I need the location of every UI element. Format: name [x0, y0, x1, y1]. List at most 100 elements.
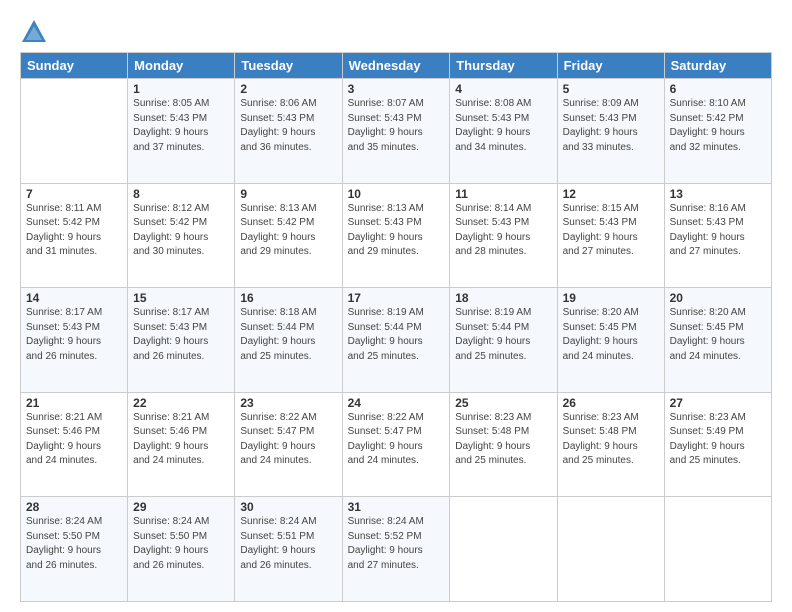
- header-cell-thursday: Thursday: [450, 53, 557, 79]
- day-info: Sunrise: 8:17 AMSunset: 5:43 PMDaylight:…: [26, 306, 122, 364]
- calendar-cell: 10Sunrise: 8:13 AMSunset: 5:43 PMDayligh…: [342, 183, 450, 288]
- day-number: 10: [348, 187, 445, 201]
- day-info: Sunrise: 8:16 AMSunset: 5:43 PMDaylight:…: [670, 202, 766, 260]
- day-info: Sunrise: 8:17 AMSunset: 5:43 PMDaylight:…: [133, 306, 229, 364]
- day-number: 29: [133, 500, 229, 514]
- day-number: 22: [133, 396, 229, 410]
- day-info: Sunrise: 8:20 AMSunset: 5:45 PMDaylight:…: [670, 306, 766, 364]
- calendar-cell: 24Sunrise: 8:22 AMSunset: 5:47 PMDayligh…: [342, 392, 450, 497]
- day-number: 2: [240, 82, 336, 96]
- day-info: Sunrise: 8:09 AMSunset: 5:43 PMDaylight:…: [563, 97, 659, 155]
- day-info: Sunrise: 8:12 AMSunset: 5:42 PMDaylight:…: [133, 202, 229, 260]
- header-cell-sunday: Sunday: [21, 53, 128, 79]
- week-row-3: 14Sunrise: 8:17 AMSunset: 5:43 PMDayligh…: [21, 288, 772, 393]
- calendar-cell: 21Sunrise: 8:21 AMSunset: 5:46 PMDayligh…: [21, 392, 128, 497]
- calendar-cell: 16Sunrise: 8:18 AMSunset: 5:44 PMDayligh…: [235, 288, 342, 393]
- day-info: Sunrise: 8:15 AMSunset: 5:43 PMDaylight:…: [563, 202, 659, 260]
- calendar-cell: 20Sunrise: 8:20 AMSunset: 5:45 PMDayligh…: [664, 288, 771, 393]
- day-info: Sunrise: 8:13 AMSunset: 5:43 PMDaylight:…: [348, 202, 445, 260]
- calendar-cell: 30Sunrise: 8:24 AMSunset: 5:51 PMDayligh…: [235, 497, 342, 602]
- calendar-cell: [557, 497, 664, 602]
- header-row: SundayMondayTuesdayWednesdayThursdayFrid…: [21, 53, 772, 79]
- calendar-cell: 13Sunrise: 8:16 AMSunset: 5:43 PMDayligh…: [664, 183, 771, 288]
- day-number: 26: [563, 396, 659, 410]
- day-number: 8: [133, 187, 229, 201]
- day-number: 21: [26, 396, 122, 410]
- calendar-cell: 7Sunrise: 8:11 AMSunset: 5:42 PMDaylight…: [21, 183, 128, 288]
- day-info: Sunrise: 8:11 AMSunset: 5:42 PMDaylight:…: [26, 202, 122, 260]
- calendar-cell: 15Sunrise: 8:17 AMSunset: 5:43 PMDayligh…: [128, 288, 235, 393]
- day-info: Sunrise: 8:05 AMSunset: 5:43 PMDaylight:…: [133, 97, 229, 155]
- day-number: 20: [670, 291, 766, 305]
- day-number: 18: [455, 291, 551, 305]
- week-row-5: 28Sunrise: 8:24 AMSunset: 5:50 PMDayligh…: [21, 497, 772, 602]
- calendar-cell: 23Sunrise: 8:22 AMSunset: 5:47 PMDayligh…: [235, 392, 342, 497]
- day-info: Sunrise: 8:24 AMSunset: 5:50 PMDaylight:…: [133, 515, 229, 573]
- day-info: Sunrise: 8:19 AMSunset: 5:44 PMDaylight:…: [455, 306, 551, 364]
- day-info: Sunrise: 8:10 AMSunset: 5:42 PMDaylight:…: [670, 97, 766, 155]
- calendar-cell: 6Sunrise: 8:10 AMSunset: 5:42 PMDaylight…: [664, 79, 771, 184]
- calendar-cell: 31Sunrise: 8:24 AMSunset: 5:52 PMDayligh…: [342, 497, 450, 602]
- week-row-2: 7Sunrise: 8:11 AMSunset: 5:42 PMDaylight…: [21, 183, 772, 288]
- day-number: 1: [133, 82, 229, 96]
- calendar-cell: 12Sunrise: 8:15 AMSunset: 5:43 PMDayligh…: [557, 183, 664, 288]
- day-number: 13: [670, 187, 766, 201]
- header-cell-wednesday: Wednesday: [342, 53, 450, 79]
- day-info: Sunrise: 8:22 AMSunset: 5:47 PMDaylight:…: [240, 411, 336, 469]
- day-number: 5: [563, 82, 659, 96]
- week-row-4: 21Sunrise: 8:21 AMSunset: 5:46 PMDayligh…: [21, 392, 772, 497]
- day-info: Sunrise: 8:23 AMSunset: 5:49 PMDaylight:…: [670, 411, 766, 469]
- day-number: 16: [240, 291, 336, 305]
- page: SundayMondayTuesdayWednesdayThursdayFrid…: [0, 0, 792, 612]
- calendar-cell: 29Sunrise: 8:24 AMSunset: 5:50 PMDayligh…: [128, 497, 235, 602]
- calendar-cell: 8Sunrise: 8:12 AMSunset: 5:42 PMDaylight…: [128, 183, 235, 288]
- day-number: 25: [455, 396, 551, 410]
- calendar-cell: 19Sunrise: 8:20 AMSunset: 5:45 PMDayligh…: [557, 288, 664, 393]
- calendar-cell: 14Sunrise: 8:17 AMSunset: 5:43 PMDayligh…: [21, 288, 128, 393]
- calendar-cell: [450, 497, 557, 602]
- day-number: 24: [348, 396, 445, 410]
- day-info: Sunrise: 8:14 AMSunset: 5:43 PMDaylight:…: [455, 202, 551, 260]
- header: [20, 18, 772, 46]
- day-info: Sunrise: 8:23 AMSunset: 5:48 PMDaylight:…: [563, 411, 659, 469]
- day-number: 15: [133, 291, 229, 305]
- day-number: 4: [455, 82, 551, 96]
- day-info: Sunrise: 8:24 AMSunset: 5:52 PMDaylight:…: [348, 515, 445, 573]
- day-number: 27: [670, 396, 766, 410]
- calendar-cell: 25Sunrise: 8:23 AMSunset: 5:48 PMDayligh…: [450, 392, 557, 497]
- calendar-cell: 4Sunrise: 8:08 AMSunset: 5:43 PMDaylight…: [450, 79, 557, 184]
- day-number: 6: [670, 82, 766, 96]
- day-number: 31: [348, 500, 445, 514]
- day-number: 19: [563, 291, 659, 305]
- calendar-cell: 27Sunrise: 8:23 AMSunset: 5:49 PMDayligh…: [664, 392, 771, 497]
- calendar-cell: 18Sunrise: 8:19 AMSunset: 5:44 PMDayligh…: [450, 288, 557, 393]
- calendar-cell: 11Sunrise: 8:14 AMSunset: 5:43 PMDayligh…: [450, 183, 557, 288]
- day-info: Sunrise: 8:21 AMSunset: 5:46 PMDaylight:…: [133, 411, 229, 469]
- calendar-cell: 9Sunrise: 8:13 AMSunset: 5:42 PMDaylight…: [235, 183, 342, 288]
- calendar-cell: 2Sunrise: 8:06 AMSunset: 5:43 PMDaylight…: [235, 79, 342, 184]
- day-info: Sunrise: 8:23 AMSunset: 5:48 PMDaylight:…: [455, 411, 551, 469]
- calendar-cell: 22Sunrise: 8:21 AMSunset: 5:46 PMDayligh…: [128, 392, 235, 497]
- calendar-cell: 1Sunrise: 8:05 AMSunset: 5:43 PMDaylight…: [128, 79, 235, 184]
- calendar-cell: [664, 497, 771, 602]
- day-number: 3: [348, 82, 445, 96]
- day-info: Sunrise: 8:18 AMSunset: 5:44 PMDaylight:…: [240, 306, 336, 364]
- day-info: Sunrise: 8:21 AMSunset: 5:46 PMDaylight:…: [26, 411, 122, 469]
- header-cell-tuesday: Tuesday: [235, 53, 342, 79]
- calendar-cell: [21, 79, 128, 184]
- day-info: Sunrise: 8:07 AMSunset: 5:43 PMDaylight:…: [348, 97, 445, 155]
- logo: [20, 18, 52, 46]
- day-info: Sunrise: 8:20 AMSunset: 5:45 PMDaylight:…: [563, 306, 659, 364]
- day-number: 9: [240, 187, 336, 201]
- day-info: Sunrise: 8:24 AMSunset: 5:50 PMDaylight:…: [26, 515, 122, 573]
- day-number: 23: [240, 396, 336, 410]
- header-cell-friday: Friday: [557, 53, 664, 79]
- day-info: Sunrise: 8:19 AMSunset: 5:44 PMDaylight:…: [348, 306, 445, 364]
- week-row-1: 1Sunrise: 8:05 AMSunset: 5:43 PMDaylight…: [21, 79, 772, 184]
- calendar-cell: 17Sunrise: 8:19 AMSunset: 5:44 PMDayligh…: [342, 288, 450, 393]
- header-cell-saturday: Saturday: [664, 53, 771, 79]
- day-number: 7: [26, 187, 122, 201]
- header-cell-monday: Monday: [128, 53, 235, 79]
- day-number: 28: [26, 500, 122, 514]
- calendar-cell: 3Sunrise: 8:07 AMSunset: 5:43 PMDaylight…: [342, 79, 450, 184]
